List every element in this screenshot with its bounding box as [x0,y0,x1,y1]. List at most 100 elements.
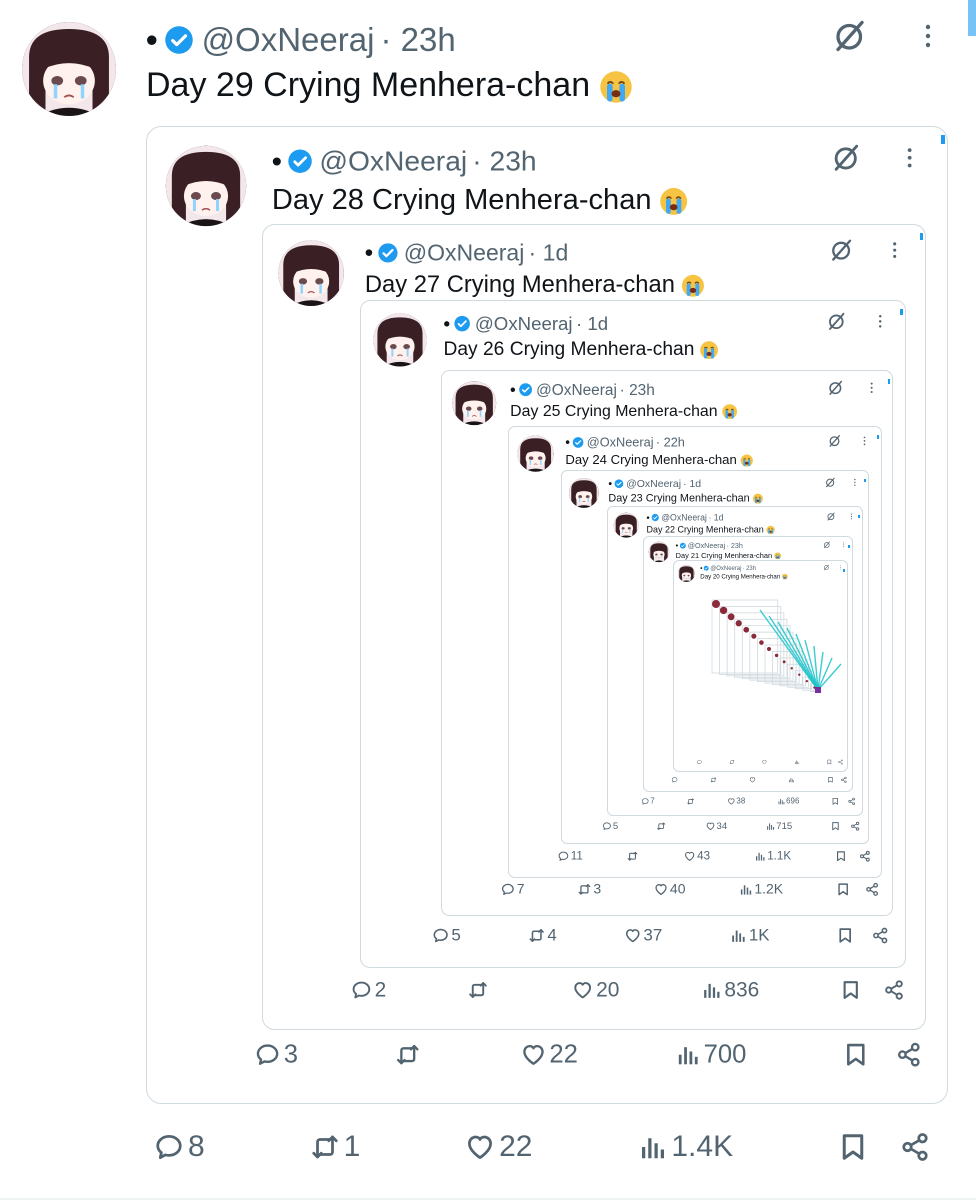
views-button[interactable]: 1.1K [753,850,791,863]
user-handle[interactable]: @OxNeeraj [661,513,707,523]
bookmark-button[interactable] [826,776,833,784]
retweet-button[interactable]: 3 [576,882,601,898]
avatar[interactable] [613,512,639,538]
timestamp[interactable]: 23h [742,565,756,572]
retweet-button[interactable] [625,850,640,862]
reply-button[interactable]: 7 [499,882,525,898]
timestamp[interactable]: 23h [472,145,537,177]
grok-icon[interactable] [828,434,842,450]
more-icon[interactable] [878,315,883,331]
user-handle[interactable]: @OxNeeraj [710,565,741,572]
reply-button[interactable] [670,777,678,784]
retweet-button[interactable] [686,797,696,805]
more-icon[interactable] [863,436,866,447]
share-button[interactable] [858,850,871,862]
like-button[interactable]: 40 [652,882,686,898]
views-button[interactable]: 1.2K [737,882,783,898]
like-button[interactable]: 43 [682,850,710,863]
more-icon[interactable] [870,382,874,396]
retweet-button[interactable]: 1 [306,1130,360,1164]
avatar[interactable] [278,240,344,306]
user-handle[interactable]: @OxNeeraj [319,145,467,177]
timestamp[interactable]: 22h [656,435,685,450]
grok-icon[interactable] [827,379,844,398]
like-button[interactable]: 22 [517,1040,578,1069]
retweet-button[interactable] [655,821,667,831]
avatar[interactable] [568,477,599,508]
user-handle[interactable]: @OxNeeraj [587,435,654,450]
more-icon[interactable] [892,242,898,262]
share-button[interactable] [849,821,860,831]
retweet-button[interactable] [709,777,717,784]
more-icon[interactable] [854,478,857,488]
like-button[interactable]: 22 [461,1130,533,1164]
avatar[interactable] [677,564,695,582]
grok-icon[interactable] [826,512,836,523]
views-button[interactable]: 836 [698,978,759,1002]
reply-button[interactable]: 8 [150,1130,205,1164]
share-button[interactable] [847,797,856,806]
retweet-button[interactable] [391,1042,423,1068]
grok-icon[interactable] [823,564,829,571]
views-button[interactable] [787,777,795,784]
reply-button[interactable]: 2 [348,978,386,1002]
grok-icon[interactable] [831,142,862,177]
share-button[interactable] [896,1132,930,1162]
reply-button[interactable]: 5 [601,821,618,832]
avatar[interactable] [373,313,427,367]
views-button[interactable]: 696 [776,797,799,806]
share-button[interactable] [881,979,905,1000]
views-button[interactable]: 1.4K [633,1130,733,1164]
avatar[interactable] [517,435,554,472]
retweet-button[interactable]: 4 [526,926,557,945]
bookmark-button[interactable] [838,979,862,1000]
like-button[interactable] [748,777,756,784]
user-handle[interactable]: @OxNeeraj [536,381,617,399]
grok-icon[interactable] [829,238,854,267]
like-button[interactable]: 38 [726,797,745,806]
like-button[interactable]: 37 [622,926,662,945]
grok-icon[interactable] [826,311,846,334]
avatar[interactable] [165,145,247,227]
share-button[interactable] [870,927,889,944]
share-button[interactable] [863,882,879,896]
grok-icon[interactable] [823,541,831,550]
like-button[interactable]: 34 [704,821,727,832]
bookmark-button[interactable] [834,882,850,896]
avatar[interactable] [452,381,497,426]
views-button[interactable]: 715 [764,821,792,832]
reply-button[interactable]: 5 [430,926,461,945]
like-button[interactable]: 20 [570,978,619,1002]
reply-button[interactable]: 3 [251,1040,298,1069]
grok-icon[interactable] [825,477,836,490]
user-handle[interactable]: @OxNeeraj [626,478,681,490]
timestamp[interactable]: 1d [683,478,701,490]
views-button[interactable]: 700 [671,1040,746,1069]
avatar[interactable] [22,22,116,116]
share-button[interactable] [840,776,847,784]
more-icon[interactable] [924,24,932,53]
more-icon[interactable] [843,542,845,548]
user-handle[interactable]: @OxNeeraj [404,240,525,267]
views-button[interactable]: 1K [727,926,770,945]
more-icon[interactable] [906,148,913,173]
scrollbar-thumb[interactable] [968,0,976,36]
timestamp[interactable]: 1d [576,313,608,334]
user-handle[interactable]: @OxNeeraj [688,542,726,550]
timestamp[interactable]: 23h [620,381,655,399]
bookmark-button[interactable] [829,821,840,831]
bookmark-button[interactable] [834,850,847,862]
bookmark-button[interactable] [830,797,839,805]
timestamp[interactable]: 23h [380,21,456,59]
timestamp[interactable]: 1d [708,513,724,523]
share-button[interactable] [893,1042,922,1068]
bookmark-button[interactable] [834,1132,868,1162]
more-icon[interactable] [850,513,852,521]
retweet-button[interactable] [465,979,492,1000]
timestamp[interactable]: 23h [727,542,743,550]
bookmark-button[interactable] [840,1042,869,1068]
bookmark-button[interactable] [835,927,854,944]
grok-icon[interactable] [832,18,868,59]
timestamp[interactable]: 1d [529,240,569,267]
more-icon[interactable] [839,565,841,570]
